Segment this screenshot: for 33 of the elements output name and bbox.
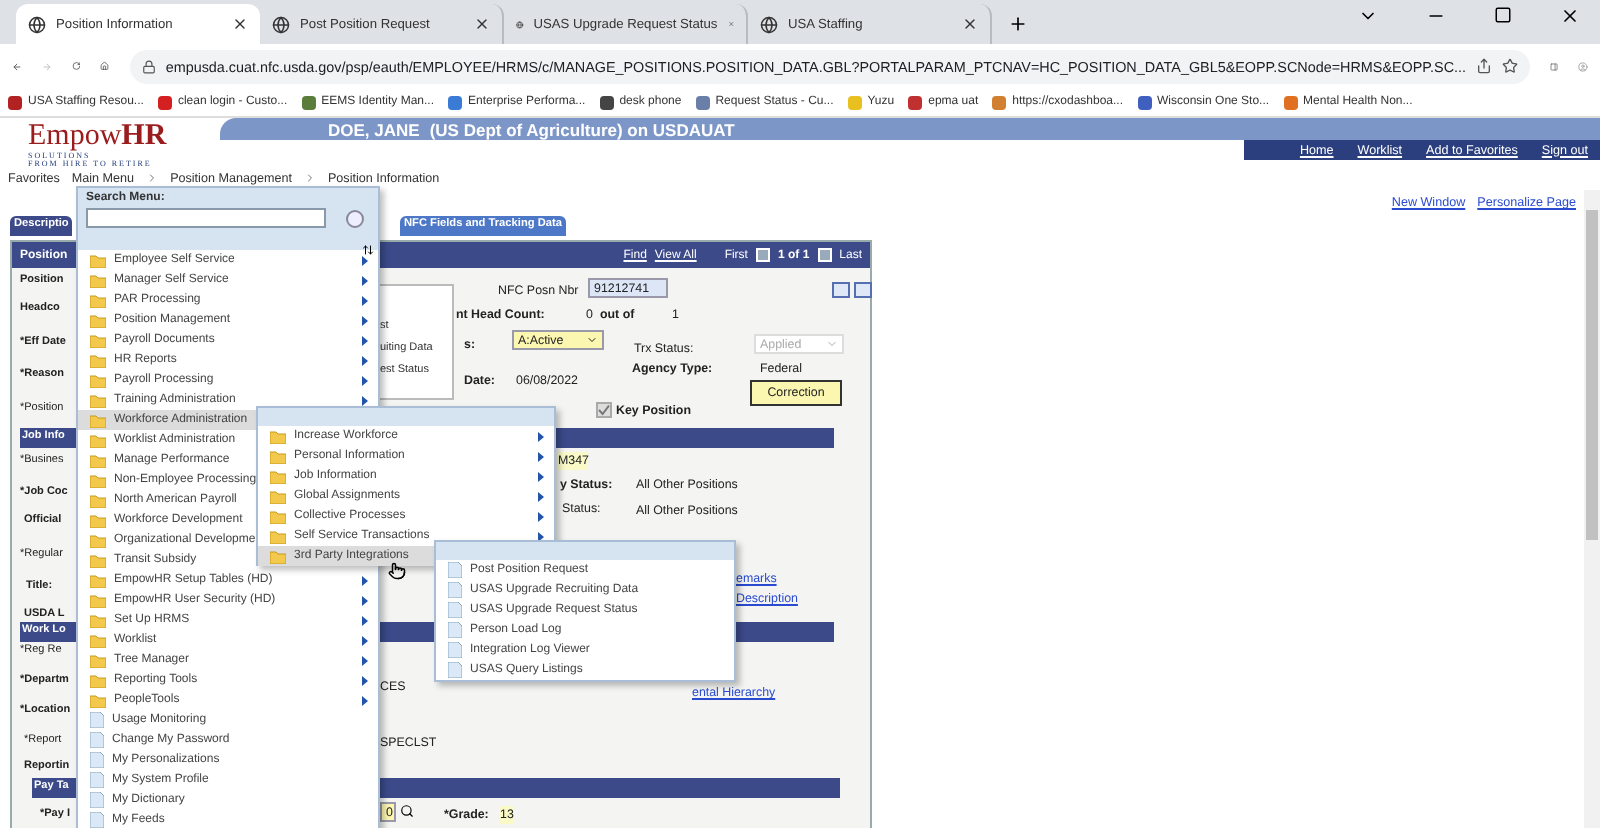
sort-icon — [362, 244, 374, 256]
checkbox[interactable] — [596, 402, 612, 418]
chevron-right-icon — [303, 172, 316, 184]
share-icon[interactable] — [1476, 58, 1493, 74]
close-icon[interactable] — [962, 16, 978, 32]
add-row-icon[interactable] — [832, 282, 850, 298]
star-icon[interactable] — [1502, 58, 1519, 74]
globe-icon — [272, 15, 290, 33]
user-name: DOE, JANE — [328, 119, 420, 139]
chevron-right-icon — [146, 172, 159, 184]
lock-icon — [141, 59, 156, 73]
maximize-icon[interactable] — [1494, 6, 1512, 24]
close-icon[interactable] — [232, 16, 248, 32]
close-icon[interactable] — [474, 16, 490, 32]
close-icon[interactable] — [1560, 6, 1580, 26]
remove-row-icon[interactable] — [854, 282, 872, 298]
go-button[interactable] — [346, 209, 364, 227]
new-tab-icon[interactable] — [1008, 14, 1028, 34]
home-icon[interactable] — [100, 56, 110, 76]
search-field[interactable] — [86, 208, 326, 228]
reload-icon[interactable] — [71, 56, 81, 76]
scrollbar[interactable] — [1584, 190, 1600, 828]
globe-icon — [760, 15, 778, 33]
globe-icon — [28, 15, 46, 33]
pointer-icon — [388, 562, 406, 580]
sidebar-icon[interactable] — [1550, 57, 1559, 75]
previous-icon[interactable] — [755, 248, 770, 262]
chevron-down-icon — [586, 334, 598, 346]
next-icon[interactable] — [817, 248, 832, 262]
org-name: (US Dept of Agriculture) on USDAUAT — [429, 119, 735, 139]
chevron-down-icon — [826, 338, 838, 350]
globe-icon — [516, 15, 524, 33]
search-icon[interactable] — [400, 804, 414, 818]
